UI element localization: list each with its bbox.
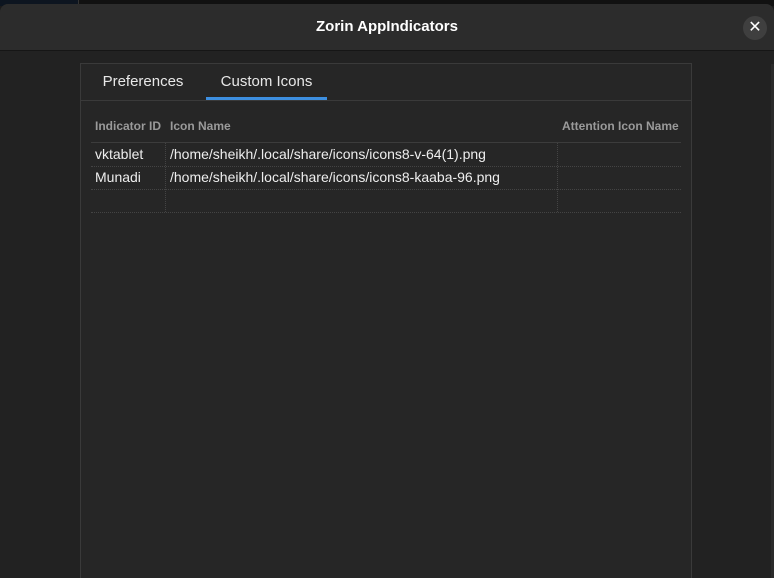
row-separator bbox=[91, 212, 681, 213]
tab-label: Custom Icons bbox=[220, 73, 313, 90]
tab-preferences[interactable]: Preferences bbox=[89, 64, 197, 100]
titlebar: Zorin AppIndicators ✕ bbox=[0, 4, 774, 51]
cell-icon-name[interactable]: /home/sheikh/.local/share/icons/icons8-v… bbox=[170, 143, 486, 166]
column-header-indicator-id[interactable]: Indicator ID bbox=[95, 111, 161, 141]
table-row[interactable] bbox=[91, 189, 681, 212]
tab-custom-icons[interactable]: Custom Icons bbox=[206, 64, 327, 100]
column-header-icon-name[interactable]: Icon Name bbox=[170, 111, 231, 141]
column-divider bbox=[557, 143, 558, 212]
window-title: Zorin AppIndicators bbox=[316, 18, 458, 35]
column-header-attention-icon-name[interactable]: Attention Icon Name bbox=[562, 111, 679, 141]
notebook: Preferences Custom Icons Indicator ID Ic… bbox=[80, 63, 692, 578]
table-row[interactable]: vktablet /home/sheikh/.local/share/icons… bbox=[91, 143, 681, 166]
close-button[interactable]: ✕ bbox=[743, 16, 767, 40]
cell-indicator-id[interactable]: vktablet bbox=[95, 143, 143, 166]
cell-icon-name[interactable]: /home/sheikh/.local/share/icons/icons8-k… bbox=[170, 166, 500, 189]
active-tab-indicator bbox=[206, 97, 327, 100]
close-icon: ✕ bbox=[748, 19, 762, 36]
custom-icons-table: Indicator ID Icon Name Attention Icon Na… bbox=[91, 111, 681, 221]
column-divider bbox=[165, 143, 166, 212]
table-row[interactable]: Munadi /home/sheikh/.local/share/icons/i… bbox=[91, 166, 681, 189]
tab-bar: Preferences Custom Icons bbox=[81, 64, 691, 101]
cell-indicator-id[interactable]: Munadi bbox=[95, 166, 141, 189]
app-window: Zorin AppIndicators ✕ Preferences Custom… bbox=[0, 4, 774, 578]
tab-label: Preferences bbox=[102, 73, 184, 90]
